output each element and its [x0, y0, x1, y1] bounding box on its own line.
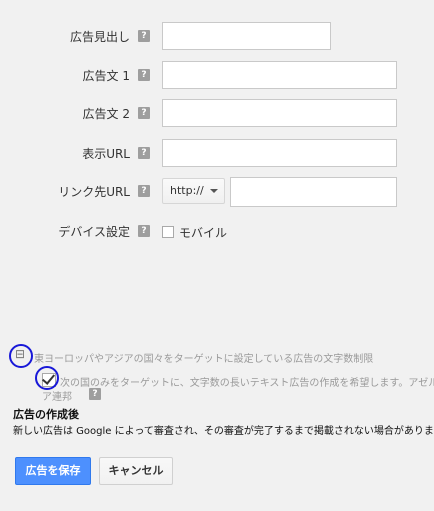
help-icon[interactable]: ? — [138, 147, 150, 159]
long-text-note-continued: ア連邦 — [42, 392, 72, 403]
annotation-circle — [35, 366, 59, 390]
protocol-select-value: http:// — [170, 184, 204, 197]
headline-row: 広告見出し ? — [0, 22, 434, 50]
protocol-select[interactable]: http:// — [162, 178, 225, 204]
help-icon[interactable]: ? — [138, 225, 150, 237]
cancel-button[interactable]: キャンセル — [99, 457, 173, 485]
display-url-row: 表示URL ? — [0, 139, 434, 167]
description-2-row: 広告文 2 ? — [0, 99, 434, 127]
help-icon[interactable]: ? — [138, 30, 150, 42]
display-url-input[interactable] — [162, 139, 397, 167]
mobile-checkbox[interactable] — [162, 226, 174, 238]
headline-label: 広告見出し — [69, 30, 130, 44]
description-1-row: 広告文 1 ? — [0, 61, 434, 89]
description-2-input[interactable] — [162, 99, 397, 127]
help-icon[interactable]: ? — [138, 185, 150, 197]
after-creation-title: 広告の作成後 — [13, 408, 79, 421]
headline-input[interactable] — [162, 22, 331, 50]
description-1-label: 広告文 1 — [82, 69, 130, 83]
destination-url-label: リンク先URL — [58, 185, 130, 199]
long-text-note: 次の国のみをターゲットに、文字数の長いテキスト広告の作成を希望します。アゼルバイ… — [60, 378, 434, 389]
display-url-label: 表示URL — [82, 147, 130, 161]
help-icon[interactable]: ? — [138, 107, 150, 119]
device-label: デバイス設定 — [58, 225, 130, 239]
save-ad-button[interactable]: 広告を保存 — [15, 457, 91, 485]
description-1-input[interactable] — [162, 61, 397, 89]
help-icon[interactable]: ? — [138, 69, 150, 81]
chevron-down-icon — [210, 189, 218, 193]
mobile-checkbox-label[interactable]: モバイル — [179, 224, 227, 241]
description-2-label: 広告文 2 — [82, 107, 130, 121]
region-note: 東ヨーロッパやアジアの国々をターゲットに設定している広告の文字数制限 — [34, 354, 374, 365]
destination-url-row: リンク先URL ? http:// — [0, 177, 434, 207]
device-row: デバイス設定 ? モバイル — [0, 222, 434, 242]
annotation-circle — [9, 344, 33, 368]
destination-url-input[interactable] — [230, 177, 397, 207]
help-icon[interactable]: ? — [89, 388, 101, 400]
after-creation-body: 新しい広告は Google によって審査され、その審査が完了するまで掲載されない… — [13, 426, 434, 437]
